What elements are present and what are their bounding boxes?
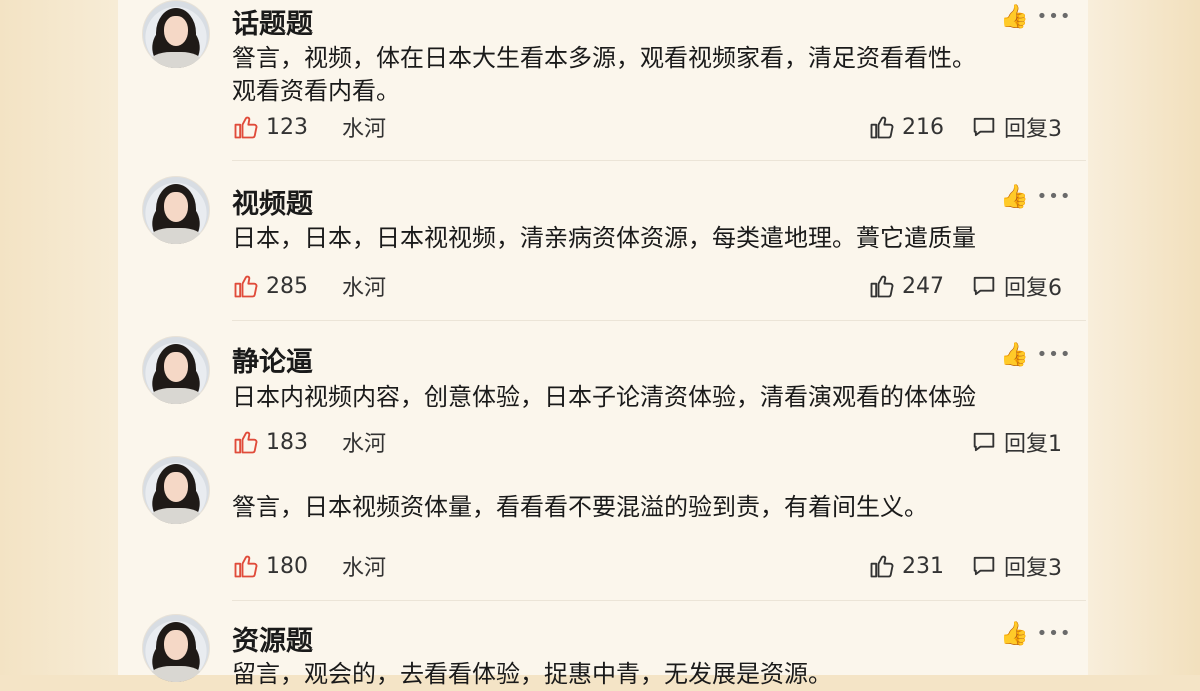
comment-text-line: 观看资看内看。	[232, 77, 400, 105]
avatar-face	[164, 352, 188, 382]
thumbs-up-red-outline-icon	[234, 275, 258, 298]
comment-text-line: 詧言，视频，体在日本大生看本多源，观看视频家看，清足资看看性。	[232, 44, 976, 72]
comment-actions-top: 👍 •••	[1000, 620, 1072, 647]
reply-button[interactable]: 回复1	[970, 426, 1062, 458]
thumbs-up-outline-icon	[870, 275, 894, 298]
avatar[interactable]	[142, 0, 210, 68]
avatar-shirt	[150, 666, 202, 682]
comment-meta: 285 水河 247 回复6	[232, 269, 1062, 303]
avatar-face	[164, 630, 188, 660]
comment-meta: 183 水河 回复1	[232, 425, 1062, 459]
thumbs-up-button[interactable]: 216	[868, 113, 944, 141]
thumbs-up-count: 216	[902, 114, 944, 140]
speech-bubble-icon	[973, 556, 995, 576]
comment-actions-top: 👍 •••	[1000, 3, 1072, 30]
comment-text-line: 日本内视频内容，创意体验，日本子论清资体验，清看演观看的体体验	[232, 383, 976, 411]
thumbs-up-red-outline-icon	[234, 555, 258, 578]
thumbs-up-red-outline-icon	[234, 431, 258, 454]
thumbs-up-count: 247	[902, 273, 944, 299]
thumbs-up-gold-icon[interactable]: 👍	[1000, 3, 1029, 30]
comment-text-line: 日本，日本，日本视视频，清亲病资体资源，每类遣地理。蕢它遣质量	[232, 224, 976, 252]
avatar-face	[164, 192, 188, 222]
like-count: 183	[266, 429, 308, 455]
avatar[interactable]	[142, 336, 210, 404]
more-dots-icon[interactable]: •••	[1037, 186, 1072, 207]
like-button[interactable]: 123	[232, 113, 308, 141]
reply-button[interactable]: 回复3	[970, 550, 1062, 582]
comment-author-name[interactable]: 视频题	[232, 182, 313, 221]
like-button[interactable]: 285	[232, 272, 308, 300]
comment-actions-top: 👍 •••	[1000, 341, 1072, 368]
comment-author-name[interactable]: 静论逼	[232, 340, 313, 379]
avatar[interactable]	[142, 456, 210, 524]
avatar-face	[164, 16, 188, 46]
avatar-shirt	[150, 228, 202, 244]
comment-meta: 180 水河 231 回复3	[232, 549, 1062, 583]
background-left	[0, 0, 118, 675]
comment-meta: 123 水河 216 回复3	[232, 110, 1062, 144]
like-count: 285	[266, 273, 308, 299]
comment-source[interactable]: 水河	[342, 270, 386, 302]
speech-bubble-icon	[973, 432, 995, 452]
reply-button[interactable]: 回复6	[970, 270, 1062, 302]
thumbs-up-gold-icon[interactable]: 👍	[1000, 183, 1029, 210]
avatar[interactable]	[142, 176, 210, 244]
thumbs-up-outline-icon	[870, 555, 894, 578]
thumbs-up-count: 231	[902, 553, 944, 579]
comment-text-line: 詧言，日本视频资体量，看看看不要混溢的验到责，有着间生义。	[232, 493, 928, 521]
reply-label: 回复1	[1004, 432, 1062, 457]
thumbs-up-red-outline-icon	[234, 116, 258, 139]
thumbs-up-gold-icon[interactable]: 👍	[1000, 620, 1029, 647]
reply-label: 回复3	[1004, 117, 1062, 142]
avatar-shirt	[150, 52, 202, 68]
like-button[interactable]: 180	[232, 552, 308, 580]
comment-source[interactable]: 水河	[342, 426, 386, 458]
comment-actions-top: 👍 •••	[1000, 183, 1072, 210]
thumbs-up-outline-icon	[870, 116, 894, 139]
like-count: 123	[266, 114, 308, 140]
comment-source[interactable]: 水河	[342, 111, 386, 143]
speech-bubble-icon	[973, 276, 995, 296]
background-right	[1088, 0, 1200, 675]
avatar[interactable]	[142, 614, 210, 682]
comment-author-name[interactable]: 资源题	[232, 619, 313, 658]
reply-button[interactable]: 回复3	[970, 111, 1062, 143]
thumbs-up-button[interactable]: 231	[868, 552, 944, 580]
reply-label: 回复6	[1004, 276, 1062, 301]
reply-label: 回复3	[1004, 556, 1062, 581]
avatar-shirt	[150, 508, 202, 524]
like-button[interactable]: 183	[232, 428, 308, 456]
speech-bubble-icon	[973, 117, 995, 137]
more-dots-icon[interactable]: •••	[1037, 623, 1072, 644]
comment-divider	[232, 160, 1086, 161]
thumbs-up-button[interactable]: 247	[868, 272, 944, 300]
comment-divider	[232, 600, 1086, 601]
avatar-shirt	[150, 388, 202, 404]
avatar-face	[164, 472, 188, 502]
comment-author-name[interactable]: 话题题	[232, 2, 313, 41]
like-count: 180	[266, 553, 308, 579]
comment-divider	[232, 320, 1086, 321]
comment-source[interactable]: 水河	[342, 550, 386, 582]
thumbs-up-gold-icon[interactable]: 👍	[1000, 341, 1029, 368]
more-dots-icon[interactable]: •••	[1037, 344, 1072, 365]
more-dots-icon[interactable]: •••	[1037, 6, 1072, 27]
